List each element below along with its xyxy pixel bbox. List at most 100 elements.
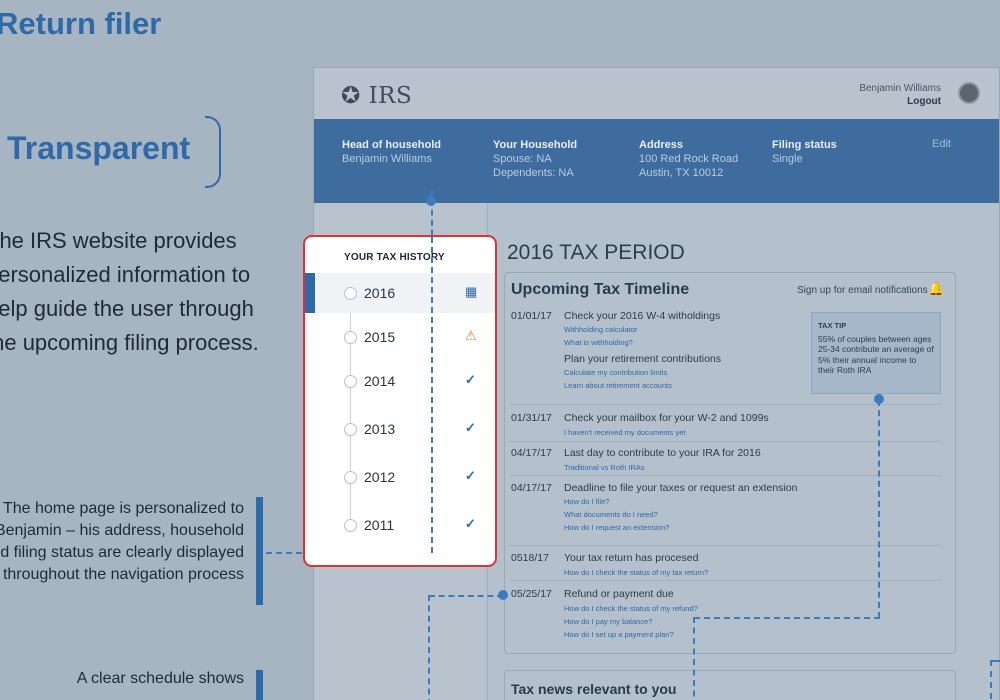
event-date: 04/17/17 <box>511 482 552 494</box>
history-year-2013[interactable]: 2013 ✓ <box>305 409 495 449</box>
connector-dot <box>498 590 508 600</box>
timeline-node <box>344 331 357 344</box>
subtitle-bracket <box>205 116 221 188</box>
event-title: Check your mailbox for your W-2 and 1099… <box>564 412 769 424</box>
connector-line <box>428 595 430 700</box>
page-title: 2016 TAX PERIOD <box>507 241 685 264</box>
event-link[interactable]: Withholding calculator <box>564 325 637 334</box>
divider <box>510 404 941 405</box>
event-title: Check your 2016 W-4 witholdings <box>564 310 721 322</box>
slide-title: Return filer <box>0 6 162 41</box>
user-name: Benjamin Williams <box>859 83 941 94</box>
tax-tip-heading: TAX TIP <box>818 321 847 330</box>
check-icon: ✓ <box>465 372 476 387</box>
timeline-node <box>344 375 357 388</box>
event-link[interactable]: Learn about retirement accounts <box>564 381 672 390</box>
event-link[interactable]: How do I set up a payment plan? <box>564 630 674 639</box>
tax-history-panel: YOUR TAX HISTORY 2016 ▦ 2015 ⚠ 2014 ✓ 20… <box>303 235 497 567</box>
event-date: 01/31/17 <box>511 412 552 424</box>
timeline-node <box>344 287 357 300</box>
event-link[interactable]: Calculate my contribution limits <box>564 368 667 377</box>
event-link[interactable]: How do I pay my balance? <box>564 617 652 626</box>
news-title: Tax news relevant to you <box>511 681 677 697</box>
event-title: Your tax return has procesed <box>564 552 699 564</box>
household-type-value: Benjamin Williams <box>342 153 432 165</box>
check-icon: ✓ <box>465 420 476 435</box>
connector-line <box>693 617 695 700</box>
address: Address 100 Red Rock Road Austin, TX 100… <box>639 138 738 180</box>
household-bar: Head of household Benjamin Williams Your… <box>314 119 999 203</box>
connector-line <box>429 595 503 597</box>
slide-paragraph: The IRS website provides personalized in… <box>0 228 259 355</box>
dependents-value: Dependents: NA <box>493 167 574 179</box>
news-card: Tax news relevant to you <box>504 670 956 700</box>
calendar-icon: ▦ <box>465 284 478 299</box>
event-link[interactable]: What is withholding? <box>564 338 633 347</box>
filing-status-value: Single <box>772 153 803 165</box>
annotation-schedule: A clear schedule shows <box>76 670 244 687</box>
tax-tip: TAX TIP 55% of couples between ages 25-3… <box>811 312 941 394</box>
connector-dot <box>426 196 436 206</box>
your-household: Your Household Spouse: NA Dependents: NA <box>493 138 577 180</box>
event-date: 0518/17 <box>511 552 549 564</box>
event-title: Plan your retirement contributions <box>564 353 721 365</box>
history-year-2014[interactable]: 2014 ✓ <box>305 361 495 401</box>
event-link[interactable]: How do I file? <box>564 497 609 506</box>
divider <box>510 475 941 476</box>
year-label: 2014 <box>364 373 396 389</box>
history-year-2011[interactable]: 2011 ✓ <box>305 505 495 545</box>
event-link[interactable]: Traditional vs Roth IRAs <box>564 463 645 472</box>
annotation-personalized: The home page is personalized to Benjami… <box>0 500 244 583</box>
spouse-value: Spouse: NA <box>493 153 552 165</box>
event-title: Deadline to file your taxes or request a… <box>564 482 798 494</box>
event-link[interactable]: I haven't received my documents yet <box>564 428 686 437</box>
connector-line <box>431 237 433 553</box>
event-date: 05/25/17 <box>511 588 552 600</box>
history-year-2015[interactable]: 2015 ⚠ <box>305 317 495 357</box>
eagle-icon: ✪ <box>341 83 361 109</box>
address-line2: Austin, TX 10012 <box>639 167 724 179</box>
email-signup-link[interactable]: Sign up for email notifications <box>797 285 928 296</box>
check-icon: ✓ <box>465 468 476 483</box>
tax-tip-text: 55% of couples between ages 25-34 contri… <box>818 333 934 376</box>
connector-line <box>694 617 880 619</box>
timeline-node <box>344 423 357 436</box>
timeline-title: Upcoming Tax Timeline <box>511 281 690 298</box>
logout-link[interactable]: Logout <box>907 96 941 107</box>
address-line1: 100 Red Rock Road <box>639 153 739 165</box>
tax-history-heading: YOUR TAX HISTORY <box>344 252 445 263</box>
event-link[interactable]: How do I check the status of my tax retu… <box>564 568 708 577</box>
annotation-bar <box>256 670 263 700</box>
check-icon: ✓ <box>465 516 476 531</box>
connector-line <box>990 660 1000 662</box>
address-heading: Address <box>639 139 684 151</box>
event-date: 04/17/17 <box>511 447 552 459</box>
edit-link[interactable]: Edit <box>932 138 951 150</box>
annotation-bar <box>256 497 263 605</box>
household-type-heading: Head of household <box>342 139 441 151</box>
divider <box>510 545 941 546</box>
your-household-heading: Your Household <box>493 139 578 151</box>
year-label: 2012 <box>364 469 396 485</box>
year-label: 2015 <box>364 329 396 345</box>
irs-logo[interactable]: ✪ IRS <box>341 83 412 109</box>
household-type: Head of household Benjamin Williams <box>342 138 441 166</box>
bell-icon[interactable]: 🔔 <box>928 281 944 297</box>
user-menu: Benjamin Williams Logout <box>859 82 941 108</box>
timeline-node <box>344 471 357 484</box>
event-title: Last day to contribute to your IRA for 2… <box>564 447 761 459</box>
event-link[interactable]: What documents do I need? <box>564 510 658 519</box>
event-date: 01/01/17 <box>511 310 552 322</box>
history-year-2016[interactable]: 2016 ▦ <box>305 273 495 313</box>
history-year-2012[interactable]: 2012 ✓ <box>305 457 495 497</box>
divider <box>510 441 941 442</box>
event-title: Refund or payment due <box>564 588 674 600</box>
warning-icon: ⚠ <box>465 328 477 343</box>
event-link[interactable]: How do I request an extension? <box>564 523 669 532</box>
filing-status: Filing status Single <box>772 138 837 166</box>
active-marker <box>305 273 315 313</box>
avatar[interactable] <box>958 82 980 104</box>
slide-subtitle: Transparent <box>7 130 191 166</box>
event-link[interactable]: How do I check the status of my refund? <box>564 604 698 613</box>
year-label: 2016 <box>364 285 396 301</box>
